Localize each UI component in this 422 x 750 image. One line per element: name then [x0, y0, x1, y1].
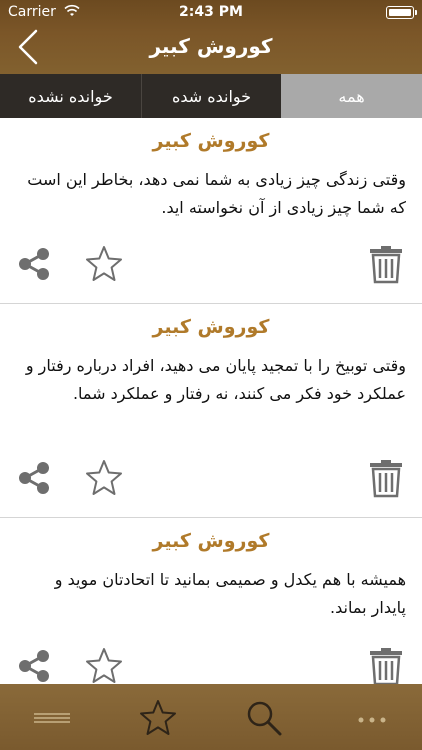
quote-text: وقتی زندگی چیز زیادی به شما نمی دهد، بخا… [27, 170, 406, 217]
segment-all[interactable]: همه [281, 74, 422, 118]
favorite-button[interactable] [84, 646, 124, 684]
trash-icon [370, 460, 402, 498]
tab-search[interactable] [244, 698, 284, 738]
quote-card: کوروش کبیر وقتی توبیخ را با تمجید پایان … [0, 304, 422, 518]
tab-menu[interactable] [32, 698, 72, 738]
delete-button[interactable] [366, 244, 406, 284]
share-icon [19, 248, 49, 280]
quote-list[interactable]: کوروش کبیر وقتی زندگی چیز زیادی به شما ن… [0, 118, 422, 684]
quote-author: کوروش کبیر [152, 316, 270, 338]
favorite-button[interactable] [84, 244, 124, 284]
segment-unread[interactable]: خوانده نشده [0, 74, 141, 118]
more-icon [358, 717, 386, 723]
share-icon [19, 650, 49, 682]
tab-bar [0, 684, 422, 750]
page-title: کوروش کبیر [149, 34, 273, 58]
delete-button[interactable] [366, 646, 406, 684]
quote-card: کوروش کبیر همیشه با هم یکدل و صمیمی بمان… [0, 518, 422, 684]
status-bar: Carrier 2:43 PM [0, 0, 422, 24]
trash-icon [370, 648, 402, 684]
quote-author: کوروش کبیر [152, 130, 270, 152]
star-outline-icon [86, 648, 122, 683]
share-button[interactable] [14, 646, 54, 684]
star-outline-icon [86, 246, 122, 281]
search-icon [247, 701, 282, 736]
share-icon [19, 462, 49, 494]
quote-author: کوروش کبیر [152, 530, 270, 552]
tab-favorites[interactable] [138, 698, 178, 738]
quote-text: همیشه با هم یکدل و صمیمی بمانید تا اتحاد… [54, 570, 406, 617]
quote-card: کوروش کبیر وقتی زندگی چیز زیادی به شما ن… [0, 118, 422, 304]
menu-icon [34, 713, 70, 723]
favorite-button[interactable] [84, 458, 124, 498]
segment-read[interactable]: خوانده شده [141, 74, 281, 118]
delete-button[interactable] [366, 458, 406, 498]
share-button[interactable] [14, 244, 54, 284]
header: Carrier 2:43 PM کوروش کبیر [0, 0, 422, 74]
star-icon [140, 700, 176, 735]
tab-more[interactable] [352, 698, 392, 738]
star-outline-icon [86, 460, 122, 495]
filter-segmented-control: خوانده نشده خوانده شده همه [0, 74, 422, 118]
battery-icon [386, 6, 417, 19]
quote-text: وقتی توبیخ را با تمجید پایان می دهید، اف… [25, 356, 406, 403]
share-button[interactable] [14, 458, 54, 498]
trash-icon [370, 246, 402, 284]
status-time: 2:43 PM [179, 4, 243, 20]
